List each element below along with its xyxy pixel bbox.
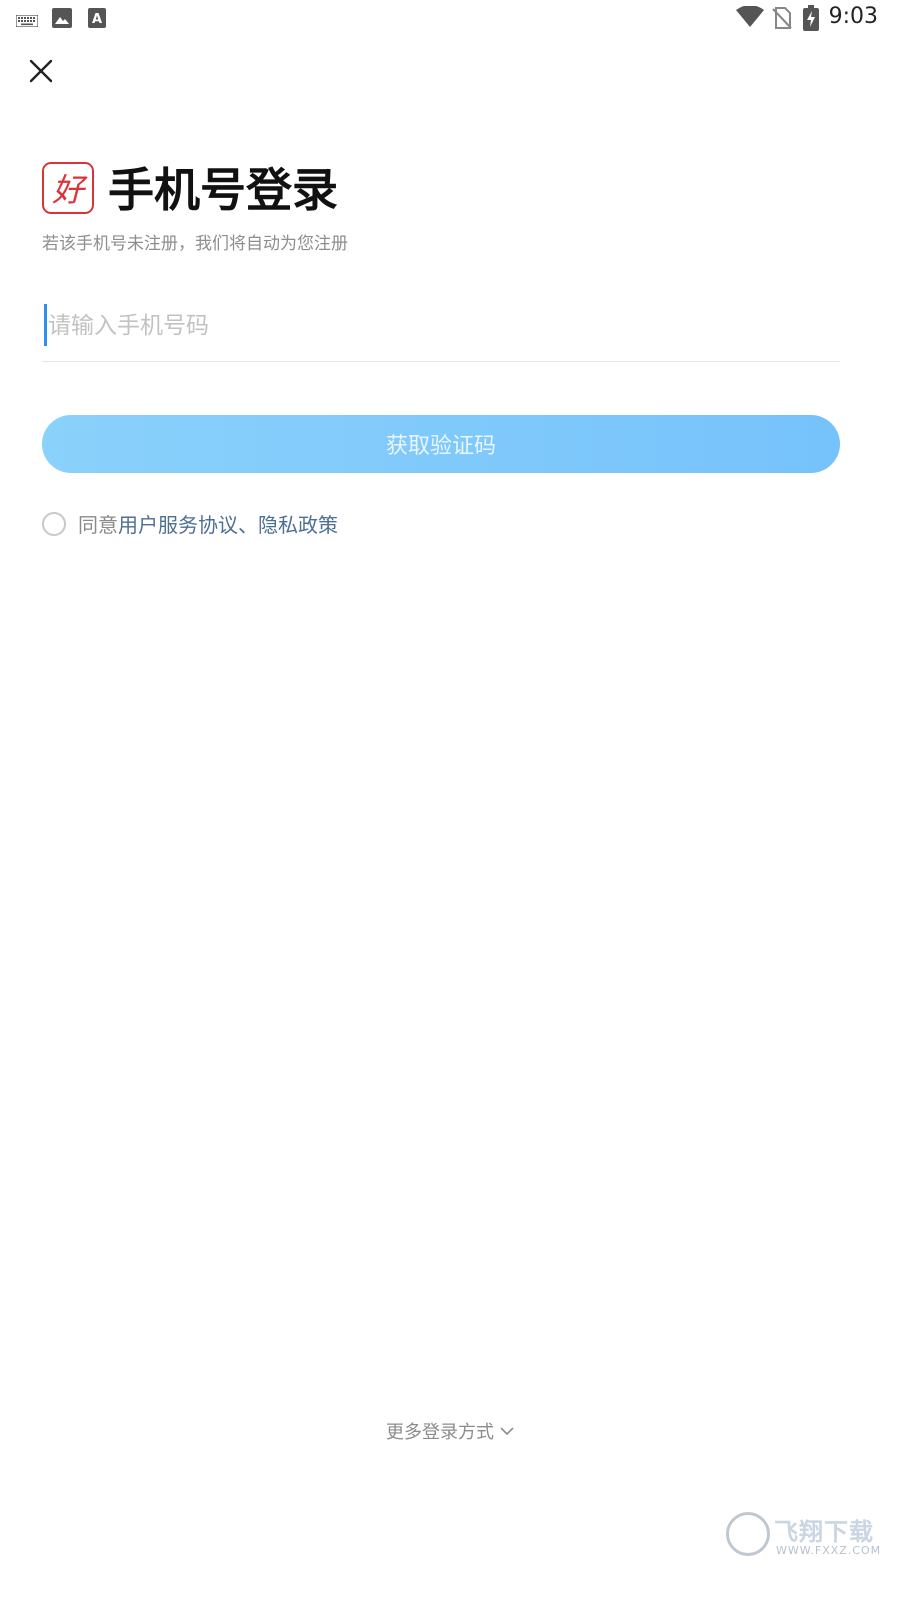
app-logo: 好: [42, 162, 94, 214]
user-service-agreement-link[interactable]: 用户服务协议: [118, 513, 238, 537]
keyboard-icon: [15, 12, 39, 31]
status-time: 9:03: [828, 4, 878, 29]
phone-field: [42, 298, 840, 362]
privacy-policy-link[interactable]: 隐私政策: [258, 513, 338, 537]
no-sim-icon: [772, 7, 792, 33]
get-verification-code-button[interactable]: 获取验证码: [42, 415, 840, 473]
svg-text:A: A: [92, 12, 102, 27]
more-login-options-button[interactable]: 更多登录方式: [0, 1418, 900, 1444]
chevron-down-icon: [500, 1427, 514, 1436]
agreement-separator: 、: [238, 513, 258, 537]
close-button[interactable]: [24, 54, 58, 88]
image-icon: [52, 8, 72, 32]
watermark: 飞翔下载 WWW.FXXZ.COM: [726, 1512, 880, 1560]
page-title: 手机号登录: [108, 163, 338, 217]
agreement-checkbox[interactable]: [42, 512, 66, 536]
wifi-icon: [736, 5, 764, 32]
close-icon: [29, 59, 53, 83]
page-subtitle: 若该手机号未注册，我们将自动为您注册: [42, 234, 348, 254]
get-verification-code-label: 获取验证码: [385, 434, 496, 459]
watermark-logo-icon: [726, 1512, 770, 1556]
agreement-text: 同意用户服务协议、隐私政策: [78, 511, 338, 539]
text-a-icon: A: [88, 8, 106, 32]
login-screen: A 9:03 好 手机号登录 若该手机号未注册，我们将自动为您注册 请输入手机号…: [0, 0, 900, 1600]
more-login-options-label: 更多登录方式: [386, 1422, 494, 1443]
agreement-prefix: 同意: [78, 513, 118, 537]
app-logo-char: 好: [51, 171, 84, 209]
status-bar: A 9:03: [0, 0, 900, 40]
phone-input[interactable]: [42, 298, 840, 361]
battery-charging-icon: [803, 5, 819, 35]
watermark-text-en: WWW.FXXZ.COM: [776, 1544, 882, 1557]
watermark-text-cn: 飞翔下载: [774, 1518, 874, 1546]
